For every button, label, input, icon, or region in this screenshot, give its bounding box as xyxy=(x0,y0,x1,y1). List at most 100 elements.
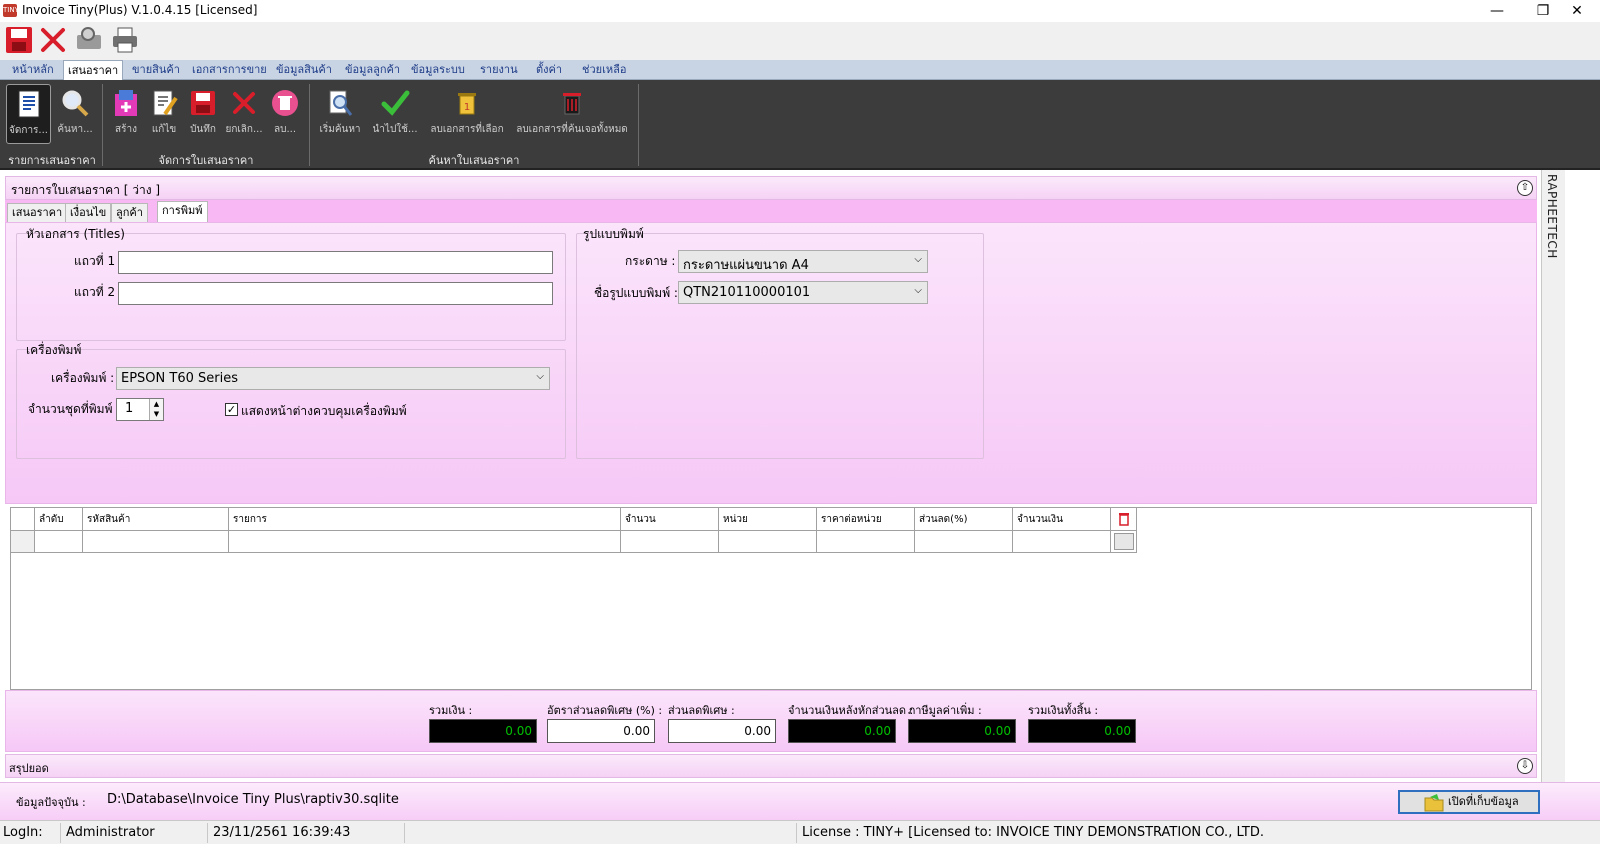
printer-select[interactable]: EPSON T60 Series ⌵ xyxy=(116,367,550,390)
ribbon-edit-button[interactable]: แก้ไข xyxy=(146,84,182,144)
column-header-amount[interactable]: จำนวนเงิน xyxy=(1013,508,1111,531)
grid-cell[interactable] xyxy=(817,531,915,553)
menu-tab-products[interactable]: ข้อมูลสินค้า xyxy=(272,60,336,80)
items-grid[interactable]: ลำดับ รหัสสินค้า รายการ จำนวน หน่วย ราคา… xyxy=(10,507,1532,690)
grid-cell[interactable] xyxy=(915,531,1013,553)
title-line1-label: แถวที่ 1 xyxy=(74,254,116,268)
special-discount-label: ส่วนลดพิเศษ : xyxy=(668,704,735,717)
show-dialog-checkbox[interactable]: ✓ xyxy=(225,403,238,416)
spinner-arrows-icon[interactable]: ▲ ▼ xyxy=(149,399,163,420)
cancel-icon xyxy=(229,88,259,118)
grid-cell[interactable] xyxy=(719,531,817,553)
menu-tab-reports[interactable]: รายงาน xyxy=(476,60,522,80)
column-header-quantity[interactable]: จำนวน xyxy=(621,508,719,531)
login-label: LogIn: xyxy=(3,825,43,840)
menu-tab-help[interactable]: ช่วยเหลือ xyxy=(578,60,630,80)
ribbon-delete-selected-label: ลบเอกสารที่เลือก xyxy=(430,124,504,135)
ribbon-apply-button[interactable]: นำไปใช้... xyxy=(368,84,422,144)
current-data-label: ข้อมูลปัจจุบัน : xyxy=(16,796,86,809)
grid-cell[interactable] xyxy=(1013,531,1111,553)
sub-tabs: เสนอราคา เงื่อนไข ลูกค้า การพิมพ์ xyxy=(5,200,1537,222)
ribbon-search-label: ค้นหา... xyxy=(57,124,93,135)
ribbon-delete-button[interactable]: ลบ... xyxy=(268,84,302,144)
status-license: License : TINY+ [Licensed to: INVOICE TI… xyxy=(802,825,1264,840)
ribbon: จัดการ... ค้นหา... สร้าง แก้ไข บันทึก ยก… xyxy=(0,80,1600,170)
preview-icon[interactable] xyxy=(74,25,104,55)
menu-tab-customers[interactable]: ข้อมูลลูกค้า xyxy=(341,60,404,80)
title-line2-input[interactable] xyxy=(118,282,553,305)
quotation-list-title: รายการใบเสนอราคา [ ว่าง ] xyxy=(11,183,161,197)
data-path-bar: ข้อมูลปัจจุบัน : D:\Database\Invoice Tin… xyxy=(0,782,1600,820)
grand-total-value: 0.00 xyxy=(1028,719,1136,743)
show-dialog-label: แสดงหน้าต่างควบคุมเครื่องพิมพ์ xyxy=(241,404,407,418)
column-header-no[interactable]: ลำดับ xyxy=(35,508,83,531)
ribbon-delete-all-button[interactable]: ลบเอกสารที่ค้นเจอทั้งหมด xyxy=(512,84,632,144)
tab-customer[interactable]: ลูกค้า xyxy=(111,203,148,222)
column-header-description[interactable]: รายการ xyxy=(229,508,621,531)
paper-select[interactable]: กระดาษแผ่นขนาด A4 ⌵ xyxy=(678,250,928,273)
copies-stepper[interactable]: 1 ▲ ▼ xyxy=(116,398,164,421)
tab-conditions[interactable]: เงื่อนไข xyxy=(65,203,112,222)
chevron-down-icon: ⌵ xyxy=(914,254,922,265)
after-discount-label: จำนวนเงินหลังหักส่วนลด : xyxy=(788,704,914,717)
grid-delete-cell[interactable] xyxy=(1111,531,1137,553)
printer-label: เครื่องพิมพ์ : xyxy=(51,371,115,385)
close-window-button[interactable]: ✕ xyxy=(1554,0,1600,22)
minimize-button[interactable]: — xyxy=(1474,0,1520,22)
ribbon-separator xyxy=(638,84,639,166)
tab-quotation[interactable]: เสนอราคา xyxy=(7,203,68,222)
ribbon-create-label: สร้าง xyxy=(115,124,137,135)
ribbon-cancel-button[interactable]: ยกเลิก... xyxy=(224,84,264,144)
print-icon[interactable] xyxy=(110,25,140,55)
summary-header: สรุปยอด ⇩ xyxy=(5,754,1537,778)
column-header-unit-price[interactable]: ราคาต่อหน่วย xyxy=(817,508,915,531)
column-header-product-code[interactable]: รหัสสินค้า xyxy=(83,508,229,531)
menu-tab-settings[interactable]: ตั้งค่า xyxy=(532,60,566,80)
collapse-icon[interactable]: ⇧ xyxy=(1517,180,1533,196)
tab-printing[interactable]: การพิมพ์ xyxy=(157,201,208,222)
row-delete-button[interactable] xyxy=(1114,533,1134,550)
grid-cell[interactable] xyxy=(35,531,83,553)
paper-value: กระดาษแผ่นขนาด A4 xyxy=(683,258,809,273)
ribbon-separator xyxy=(102,84,103,166)
special-discount-rate-input[interactable]: 0.00 xyxy=(547,719,655,743)
close-icon[interactable] xyxy=(38,25,68,55)
ribbon-save-button[interactable]: บันทึก xyxy=(184,84,222,144)
ribbon-manage-button[interactable]: จัดการ... xyxy=(6,84,51,144)
ribbon-search-button[interactable]: ค้นหา... xyxy=(54,84,96,144)
row-header-cell[interactable] xyxy=(11,531,35,553)
expand-icon[interactable]: ⇩ xyxy=(1517,758,1533,774)
edit-document-icon xyxy=(149,88,179,118)
menu-tab-home[interactable]: หน้าหลัก xyxy=(8,60,58,80)
bin-numbered-icon: 1 xyxy=(452,88,482,118)
quick-access-toolbar xyxy=(0,22,1600,60)
status-separator xyxy=(796,823,797,843)
ribbon-apply-label: นำไปใช้... xyxy=(372,124,418,135)
save-icon[interactable] xyxy=(4,25,34,55)
title-line2-label: แถวที่ 2 xyxy=(74,285,116,299)
column-header-delete[interactable] xyxy=(1111,508,1137,531)
printer-value: EPSON T60 Series xyxy=(121,371,238,386)
menu-tab-sales[interactable]: ขายสินค้า xyxy=(128,60,184,80)
open-data-folder-button[interactable]: เปิดที่เก็บข้อมูล xyxy=(1398,790,1540,814)
ribbon-delete-selected-button[interactable]: 1 ลบเอกสารที่เลือก xyxy=(428,84,506,144)
column-header-discount[interactable]: ส่วนลด(%) xyxy=(915,508,1013,531)
title-line1-input[interactable] xyxy=(118,251,553,274)
grid-cell[interactable] xyxy=(83,531,229,553)
column-header-unit[interactable]: หน่วย xyxy=(719,508,817,531)
ribbon-save-label: บันทึก xyxy=(190,124,216,135)
ribbon-start-search-button[interactable]: เริ่มค้นหา xyxy=(316,84,364,144)
side-panel[interactable]: RAPHEETECH xyxy=(1541,170,1565,782)
grid-cell[interactable] xyxy=(229,531,621,553)
side-label: RAPHEETECH xyxy=(1545,174,1559,259)
grid-cell[interactable] xyxy=(621,531,719,553)
special-discount-input[interactable]: 0.00 xyxy=(668,719,776,743)
menu-tab-quotation[interactable]: เสนอราคา xyxy=(63,60,124,81)
window-title: Invoice Tiny(Plus) V.1.0.4.15 [Licensed] xyxy=(22,3,258,17)
format-name-select[interactable]: QTN210110000101 ⌵ xyxy=(678,281,928,304)
menu-tab-sales-docs[interactable]: เอกสารการขาย xyxy=(188,60,271,80)
paper-label: กระดาษ : xyxy=(625,254,676,268)
ribbon-create-button[interactable]: สร้าง xyxy=(108,84,144,144)
menu-tab-system[interactable]: ข้อมูลระบบ xyxy=(407,60,469,80)
login-user: Administrator xyxy=(66,825,155,840)
